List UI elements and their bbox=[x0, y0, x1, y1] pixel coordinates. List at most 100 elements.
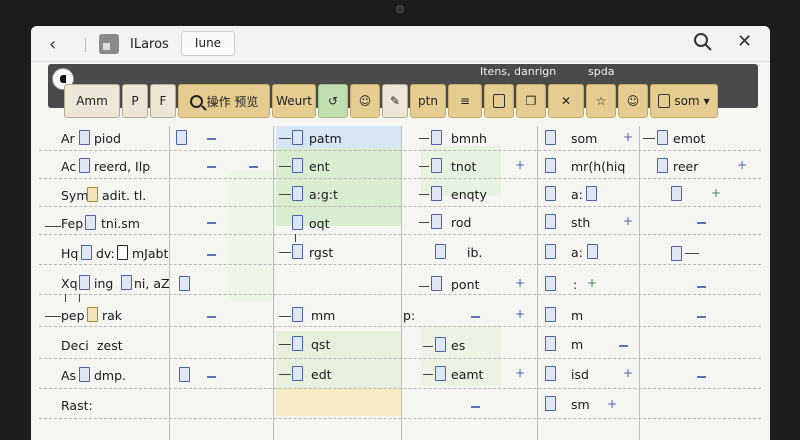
checkbox[interactable] bbox=[545, 158, 556, 173]
checkbox[interactable] bbox=[292, 130, 303, 145]
checkbox[interactable] bbox=[435, 366, 446, 381]
cell-value: rod bbox=[451, 215, 472, 230]
add-icon[interactable]: + bbox=[515, 307, 525, 321]
checkbox[interactable] bbox=[179, 276, 190, 291]
connector-line bbox=[279, 252, 291, 253]
checkbox[interactable] bbox=[657, 130, 668, 145]
toolbar-button-link[interactable]: ✕ bbox=[548, 84, 584, 118]
checkbox[interactable] bbox=[671, 246, 682, 261]
toolbar-button-doc[interactable] bbox=[484, 84, 514, 118]
checkbox[interactable] bbox=[435, 244, 446, 259]
checkbox[interactable] bbox=[81, 245, 92, 260]
checkbox[interactable] bbox=[292, 336, 303, 351]
toolbar-button-p[interactable]: P bbox=[122, 84, 148, 118]
toolbar-button-user[interactable]: ☺ bbox=[350, 84, 380, 118]
add-icon[interactable]: + bbox=[623, 130, 633, 144]
checkbox[interactable] bbox=[79, 367, 90, 382]
checkbox[interactable] bbox=[292, 215, 303, 230]
checkbox[interactable] bbox=[545, 130, 556, 145]
checkbox[interactable] bbox=[431, 186, 442, 201]
toolbar-button-align[interactable]: ≡ bbox=[448, 84, 482, 118]
connector-line bbox=[423, 374, 433, 375]
data-grid: Ar piod Ac reerd, Ilp Sym adit. tl. Fep … bbox=[31, 126, 770, 440]
toolbar-button-undo[interactable]: ↺ bbox=[318, 84, 348, 118]
checkbox[interactable] bbox=[431, 130, 442, 145]
checkbox[interactable] bbox=[545, 276, 556, 291]
toolbar-button-weurt[interactable]: Weurt bbox=[272, 84, 316, 118]
connector-line bbox=[279, 374, 291, 375]
checkbox[interactable] bbox=[292, 244, 303, 259]
cell-value: a: bbox=[571, 187, 583, 202]
checkbox[interactable] bbox=[545, 396, 556, 411]
cell-value: bmnh bbox=[451, 131, 487, 146]
checkbox[interactable] bbox=[657, 158, 668, 173]
add-icon[interactable]: + bbox=[737, 158, 747, 172]
checkbox[interactable] bbox=[545, 336, 556, 351]
toolbar-button-copy[interactable]: ❐ bbox=[516, 84, 546, 118]
add-icon[interactable]: + bbox=[515, 158, 525, 172]
checkbox[interactable] bbox=[87, 307, 98, 322]
add-icon[interactable]: + bbox=[623, 366, 633, 380]
checkbox[interactable] bbox=[586, 186, 597, 201]
row-label: Xq bbox=[61, 276, 78, 291]
checkbox[interactable] bbox=[79, 130, 90, 145]
connector-line bbox=[423, 346, 433, 347]
add-icon[interactable]: + bbox=[515, 276, 525, 290]
add-icon[interactable]: + bbox=[607, 397, 617, 411]
checkbox[interactable] bbox=[292, 158, 303, 173]
button-label: som bbox=[674, 94, 700, 108]
checkbox[interactable] bbox=[179, 367, 190, 382]
close-icon[interactable]: ✕ bbox=[737, 31, 752, 52]
toolbar-button-f[interactable]: F bbox=[150, 84, 176, 118]
checkbox[interactable] bbox=[176, 130, 187, 145]
cell-value: edt bbox=[311, 367, 332, 382]
checkbox[interactable] bbox=[545, 307, 556, 322]
connector-line bbox=[279, 194, 291, 195]
checkbox[interactable] bbox=[587, 244, 598, 259]
empty-marker bbox=[619, 345, 628, 347]
toolbar-button-amm[interactable]: Amm bbox=[64, 84, 120, 118]
toolbar-button-star[interactable]: ☆ bbox=[586, 84, 616, 118]
checkbox[interactable] bbox=[545, 214, 556, 229]
checkbox[interactable] bbox=[87, 187, 98, 202]
checkbox[interactable] bbox=[292, 366, 303, 381]
toolbar-dropdown-som[interactable]: som ▾ bbox=[650, 84, 718, 118]
back-icon[interactable]: ‹ bbox=[49, 34, 56, 55]
toolbar-button-edit[interactable]: ✎ bbox=[382, 84, 408, 118]
checkbox[interactable] bbox=[121, 275, 132, 290]
row-value: ing bbox=[94, 276, 114, 291]
checkbox[interactable] bbox=[431, 214, 442, 229]
button-label: Weurt bbox=[276, 94, 312, 108]
add-icon[interactable]: + bbox=[515, 366, 525, 380]
checkbox[interactable] bbox=[117, 245, 128, 260]
toolbar-button-search[interactable]: 操作 预览 bbox=[178, 84, 270, 118]
checkbox[interactable] bbox=[79, 158, 90, 173]
row-divider bbox=[39, 358, 761, 359]
checkbox[interactable] bbox=[545, 186, 556, 201]
tab-iune[interactable]: Iune bbox=[181, 31, 235, 56]
row-value: zest bbox=[97, 338, 123, 353]
toolbar-button-person[interactable]: ☺ bbox=[618, 84, 648, 118]
add-icon[interactable]: + bbox=[623, 214, 633, 228]
checkbox[interactable] bbox=[292, 186, 303, 201]
checkbox[interactable] bbox=[431, 158, 442, 173]
search-icon[interactable] bbox=[692, 31, 714, 53]
toolbar-button-ptn[interactable]: ptn bbox=[410, 84, 446, 118]
cell-value: qst bbox=[311, 337, 331, 352]
search-icon bbox=[189, 94, 203, 108]
row-label: Deci bbox=[61, 338, 89, 353]
row-value: dv: bbox=[96, 246, 115, 261]
checkbox[interactable] bbox=[85, 215, 96, 230]
checkbox[interactable] bbox=[79, 275, 90, 290]
add-icon[interactable]: + bbox=[587, 276, 597, 290]
add-icon[interactable]: + bbox=[711, 186, 721, 200]
checkbox[interactable] bbox=[671, 186, 682, 201]
checkbox[interactable] bbox=[545, 244, 556, 259]
copy-icon: ❐ bbox=[525, 94, 537, 108]
star-icon: ☆ bbox=[595, 94, 607, 108]
checkbox[interactable] bbox=[545, 366, 556, 381]
checkbox[interactable] bbox=[431, 276, 442, 291]
checkbox[interactable] bbox=[435, 337, 446, 352]
connector-line bbox=[45, 226, 61, 227]
checkbox[interactable] bbox=[292, 307, 303, 322]
